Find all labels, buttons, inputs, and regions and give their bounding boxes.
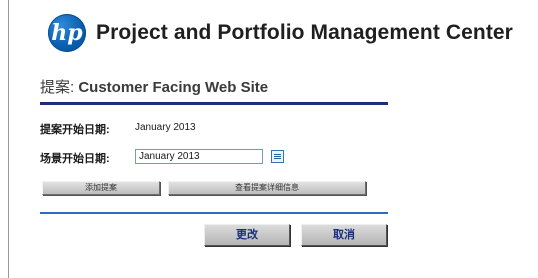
proposal-title-name: Customer Facing Web Site bbox=[78, 79, 269, 96]
view-proposal-details-button[interactable]: 查看提案详细信息 bbox=[168, 181, 366, 195]
title-divider bbox=[40, 102, 388, 105]
proposal-start-label: 提案开始日期: bbox=[40, 124, 110, 136]
cancel-button[interactable]: 取消 bbox=[301, 224, 387, 246]
scenario-start-label: 场景开始日期: bbox=[40, 153, 110, 165]
app-title: Project and Portfolio Management Center bbox=[96, 21, 513, 44]
left-border bbox=[8, 0, 9, 278]
scenario-start-input[interactable]: January 2013 bbox=[135, 149, 263, 164]
logo-text: hp bbox=[51, 20, 83, 46]
calendar-icon[interactable] bbox=[271, 150, 284, 163]
hp-logo: hp bbox=[48, 14, 86, 52]
proposal-title: 提案: Customer Facing Web Site bbox=[40, 76, 268, 97]
add-proposal-button[interactable]: 添加提案 bbox=[42, 181, 160, 195]
proposal-start-value: January 2013 bbox=[135, 122, 196, 133]
change-button[interactable]: 更改 bbox=[204, 224, 290, 246]
app-header: hp Project and Portfolio Management Cent… bbox=[48, 12, 513, 54]
bottom-divider bbox=[40, 212, 388, 214]
proposal-title-prefix: 提案: bbox=[40, 79, 75, 96]
